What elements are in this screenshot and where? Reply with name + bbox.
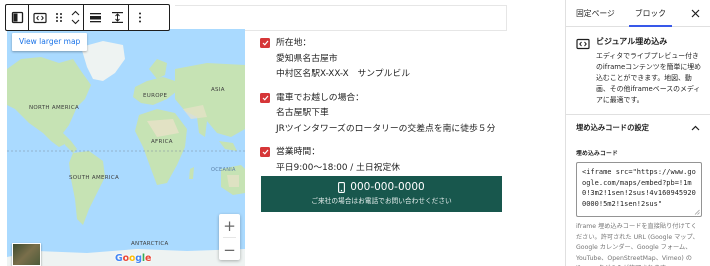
- block-placeholder-strip: [175, 5, 507, 31]
- google-map-embed[interactable]: NORTH AMERICA EUROPE ASIA AFRICA SOUTH A…: [7, 29, 245, 266]
- embed-settings-panel-toggle[interactable]: 埋め込みコードの設定: [566, 115, 710, 142]
- info-line: 電車でお越しの場合：: [276, 92, 364, 103]
- settings-sidebar: 固定ページ ブロック ビジュアル埋め込み エディタでライブプレビュー付きのifr…: [565, 0, 710, 266]
- logo-letter: G: [115, 253, 123, 264]
- checkbox-icon: [260, 147, 270, 157]
- phone-button[interactable]: 000-000-0000 ご来社の場合はお電話でお問い合わせください: [261, 176, 502, 212]
- more-vertical-icon: [139, 12, 141, 23]
- embed-block-button[interactable]: [29, 5, 51, 30]
- info-line: 愛知県名古屋市: [276, 53, 338, 64]
- info-line: 平日9:00〜18:00 / 土日祝定休: [276, 162, 401, 173]
- drag-handle[interactable]: [51, 5, 67, 30]
- block-description: エディタでライブプレビュー付きのiframeコンテンツを簡単に埋め込むことができ…: [596, 52, 702, 104]
- drag-icon: [56, 13, 62, 22]
- world-map: [7, 29, 245, 266]
- tab-block[interactable]: ブロック: [625, 0, 676, 27]
- checkbox-icon: [260, 92, 270, 103]
- phone-number-row: 000-000-0000: [261, 181, 502, 193]
- label-europe: EUROPE: [143, 93, 168, 99]
- zoom-in-button[interactable]: +: [219, 214, 240, 237]
- align-wide-icon: [89, 13, 101, 23]
- address-text: 所在地： 愛知県名古屋市 中村区名駅X-XX-X サンプルビル: [276, 36, 410, 83]
- block-title: ビジュアル埋め込み: [596, 37, 668, 46]
- tab-page[interactable]: 固定ページ: [566, 0, 625, 26]
- info-line: JRツインタワーズのロータリーの交差点を南に徒歩５分: [276, 123, 496, 134]
- height-button[interactable]: [106, 5, 128, 30]
- logo-letter: e: [144, 253, 152, 264]
- columns-icon: [11, 11, 23, 24]
- embed-help-text: iframe 埋め込みコードを直接貼り付けてください。許可された URL (Go…: [576, 223, 699, 266]
- block-toolbar: [5, 4, 170, 31]
- info-line: 中村区名駅X-XX-X サンプルビル: [276, 69, 411, 79]
- embed-code-value: <iframe src="https://www.google.com/maps…: [582, 168, 696, 208]
- more-options-button[interactable]: [129, 5, 151, 30]
- train-text: 電車でお越しの場合： 名古屋駅下車 JRツインタワーズのロータリーの交差点を南に…: [276, 91, 495, 138]
- info-line: 名古屋駅下車: [276, 108, 329, 118]
- toolbar-group-move: [29, 5, 84, 30]
- phone-note: ご来社の場合はお電話でお問い合わせください: [311, 197, 452, 205]
- info-line: 営業時間：: [276, 147, 320, 157]
- label-oceania: OCEANIA: [211, 167, 236, 173]
- chevron-up-icon: [691, 125, 700, 131]
- satellite-toggle[interactable]: [12, 243, 41, 266]
- block-type-button[interactable]: [6, 5, 28, 30]
- label-north-america: NORTH AMERICA: [29, 105, 80, 111]
- zoom-out-button[interactable]: −: [219, 238, 240, 261]
- list-item-address: 所在地： 愛知県名古屋市 中村区名駅X-XX-X サンプルビル: [260, 36, 560, 83]
- embed-icon: [576, 38, 590, 50]
- info-line: 所在地：: [276, 38, 312, 48]
- close-sidebar-button[interactable]: [688, 6, 702, 20]
- move-buttons[interactable]: [67, 5, 83, 30]
- panel-title: 埋め込みコードの設定: [576, 123, 649, 132]
- chevron-down-icon[interactable]: [71, 19, 80, 25]
- chevron-up-icon[interactable]: [71, 10, 80, 16]
- align-button[interactable]: [84, 5, 106, 30]
- label-south-america: SOUTH AMERICA: [69, 175, 120, 181]
- toolbar-group-type: [6, 5, 29, 30]
- checkbox-icon: [260, 38, 270, 48]
- view-larger-map-link[interactable]: View larger map: [12, 33, 88, 51]
- close-icon: [691, 9, 699, 17]
- access-info-list: 所在地： 愛知県名古屋市 中村区名駅X-XX-X サンプルビル 電車でお越しの場…: [260, 36, 560, 184]
- hours-text: 営業時間： 平日9:00〜18:00 / 土日祝定休: [276, 145, 400, 176]
- label-asia: ASIA: [211, 87, 225, 93]
- list-item-train: 電車でお越しの場合： 名古屋駅下車 JRツインタワーズのロータリーの交差点を南に…: [260, 91, 560, 138]
- editor-canvas: NORTH AMERICA EUROPE ASIA AFRICA SOUTH A…: [0, 0, 565, 266]
- block-card-content: ビジュアル埋め込み エディタでライブプレビュー付きのiframeコンテンツを簡単…: [596, 35, 702, 106]
- list-item-hours: 営業時間： 平日9:00〜18:00 / 土日祝定休: [260, 145, 560, 176]
- height-icon: [111, 12, 123, 23]
- block-card: ビジュアル埋め込み エディタでライブプレビュー付きのiframeコンテンツを簡単…: [566, 27, 710, 115]
- phone-number: 000-000-0000: [350, 181, 425, 193]
- toolbar-group-more: [129, 5, 151, 30]
- embed-icon: [33, 12, 47, 23]
- phone-icon: [338, 181, 346, 193]
- label-africa: AFRICA: [151, 139, 173, 145]
- embed-code-label: 埋め込みコード: [576, 151, 618, 157]
- toolbar-group-layout: [84, 5, 129, 30]
- block-icon: [576, 35, 590, 106]
- zoom-control: + −: [219, 214, 240, 260]
- sidebar-tabs: 固定ページ ブロック: [566, 0, 710, 27]
- resize-handle-icon[interactable]: [694, 209, 700, 215]
- embed-code-textarea[interactable]: <iframe src="https://www.google.com/maps…: [576, 162, 702, 217]
- label-antarctica: ANTARCTICA: [131, 241, 169, 247]
- google-logo: Google: [115, 253, 151, 264]
- logo-letter: g: [135, 253, 142, 264]
